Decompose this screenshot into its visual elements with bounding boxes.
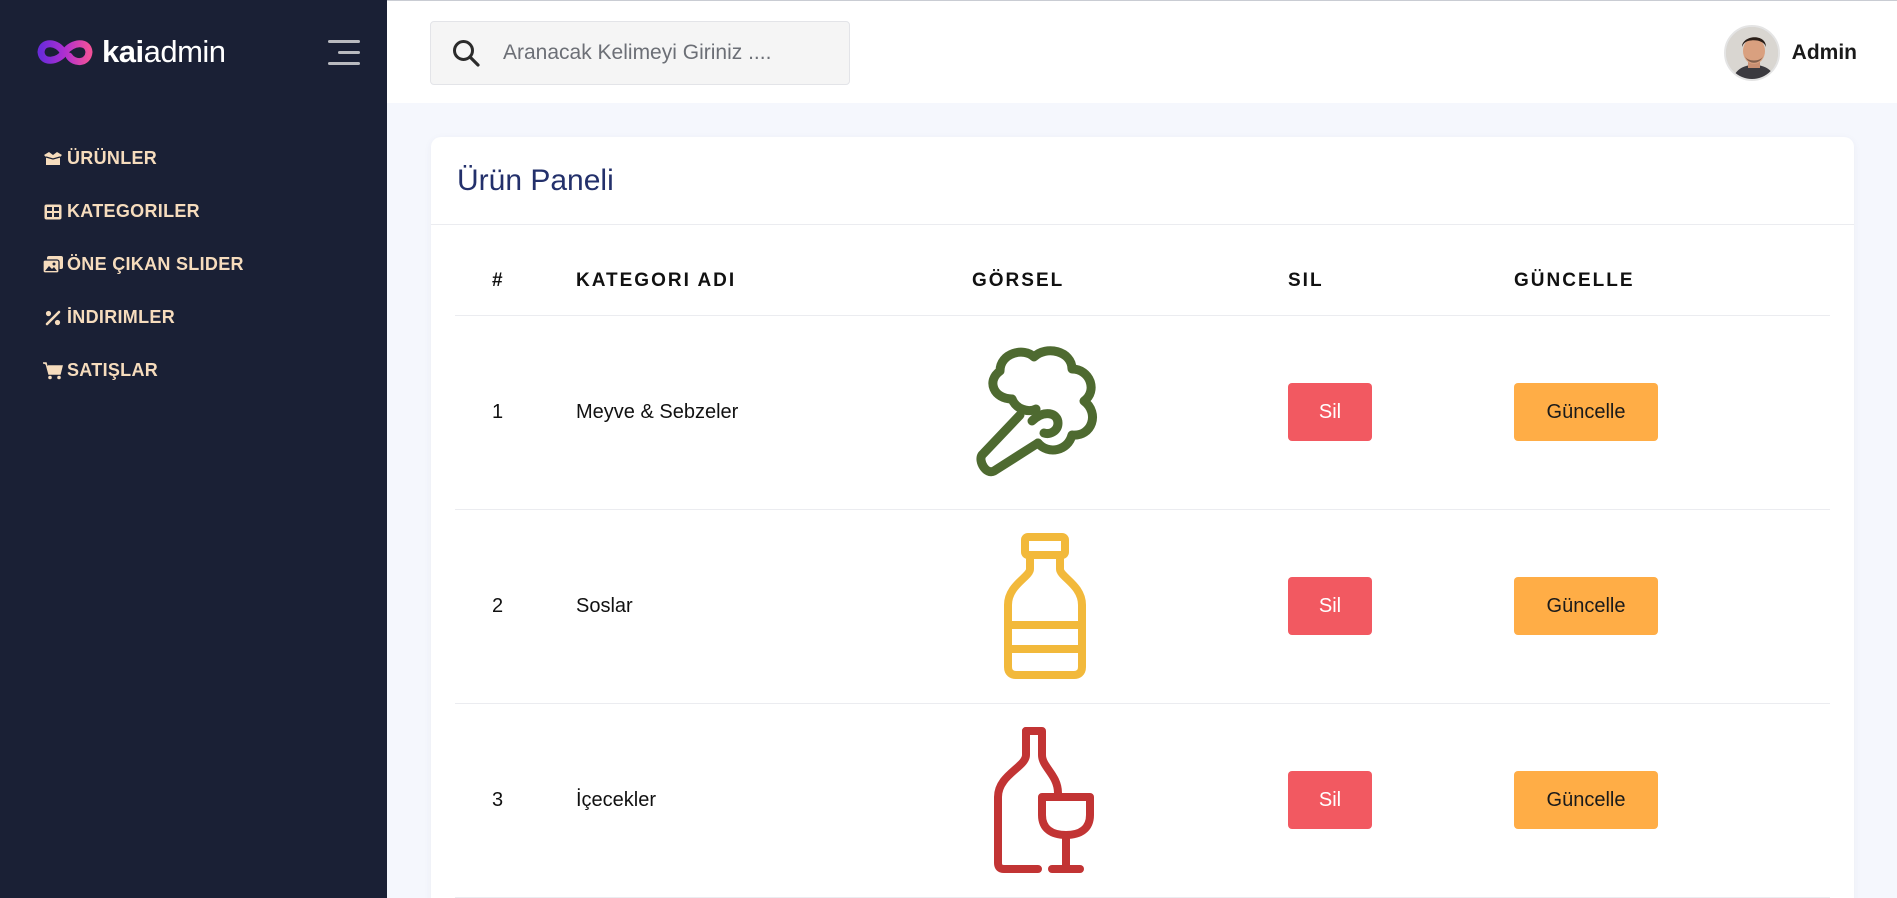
brand-name: kaiadmin (102, 34, 226, 69)
box-open-icon (42, 149, 64, 169)
category-image-cell (972, 703, 1288, 898)
sidebar-item-kategoriler[interactable]: KATEGORILER (42, 185, 244, 238)
product-panel-card: Ürün Paneli # KATEGORI ADI GÖRSEL SIL GÜ… (431, 137, 1854, 898)
sidebar-item-satislar[interactable]: SATIŞLAR (42, 344, 244, 397)
row-number: 1 (455, 315, 576, 510)
row-number: 2 (455, 509, 576, 704)
table-row: 3 İçecekler Sil Güncelle (455, 703, 1830, 898)
shopping-cart-icon (42, 361, 64, 381)
update-button[interactable]: Güncelle (1514, 577, 1658, 635)
delete-cell: Sil (1288, 509, 1514, 704)
images-icon (42, 255, 64, 275)
page-title: Ürün Paneli (457, 163, 614, 197)
sauce-bottle-icon (1004, 533, 1086, 679)
sidebar-item-indirimler[interactable]: İNDIRIMLER (42, 291, 244, 344)
search-icon[interactable] (451, 38, 481, 68)
table-row: 1 Meyve & Sebzeler Sil Güncelle (455, 315, 1830, 510)
table-grid-icon (42, 202, 64, 222)
category-table: # KATEGORI ADI GÖRSEL SIL GÜNCELLE 1 Mey… (455, 247, 1830, 898)
avatar (1723, 25, 1780, 81)
row-number: 3 (455, 703, 576, 898)
table-header-row: # KATEGORI ADI GÖRSEL SIL GÜNCELLE (455, 247, 1830, 316)
table-row: 2 Soslar Sil Güncelle (455, 509, 1830, 704)
column-header-delete: SIL (1288, 247, 1514, 316)
category-image-cell (972, 509, 1288, 704)
wine-bottle-glass-icon (994, 727, 1094, 873)
broccoli-icon (976, 346, 1097, 477)
percent-icon (42, 308, 64, 328)
delete-cell: Sil (1288, 315, 1514, 510)
delete-button[interactable]: Sil (1288, 577, 1372, 635)
update-cell: Güncelle (1514, 703, 1830, 898)
category-name: Meyve & Sebzeler (576, 315, 972, 510)
menu-toggle-icon[interactable] (328, 40, 360, 66)
update-cell: Güncelle (1514, 315, 1830, 510)
column-header-image: GÖRSEL (972, 247, 1288, 316)
search-box (430, 21, 850, 85)
category-name: Soslar (576, 509, 972, 704)
sidebar-item-one-cikan-slider[interactable]: ÖNE ÇIKAN SLIDER (42, 238, 244, 291)
update-button[interactable]: Güncelle (1514, 383, 1658, 441)
topbar: Admin (387, 0, 1897, 103)
category-name: İçecekler (576, 703, 972, 898)
category-image-cell (972, 315, 1288, 510)
sidebar-item-urunler[interactable]: ÜRÜNLER (42, 132, 244, 185)
user-name: Admin (1791, 41, 1857, 64)
column-header-category-name: KATEGORI ADI (576, 247, 972, 316)
update-button[interactable]: Güncelle (1514, 771, 1658, 829)
update-cell: Güncelle (1514, 509, 1830, 704)
sidebar-nav: ÜRÜNLER KATEGORILER ÖNE ÇIKAN SLIDER İND… (42, 132, 244, 397)
search-input[interactable] (503, 41, 833, 65)
delete-cell: Sil (1288, 703, 1514, 898)
column-header-update: GÜNCELLE (1514, 247, 1830, 316)
delete-button[interactable]: Sil (1288, 771, 1372, 829)
sidebar: kaiadmin ÜRÜNLER KATEGORILER ÖNE ÇIKAN S… (0, 0, 387, 898)
kaiadmin-logo-icon (37, 40, 93, 65)
card-header: Ürün Paneli (431, 137, 1854, 225)
delete-button[interactable]: Sil (1288, 383, 1372, 441)
user-menu[interactable]: Admin (1723, 25, 1857, 81)
column-header-number: # (455, 247, 576, 316)
brand-logo[interactable]: kaiadmin (36, 34, 226, 70)
